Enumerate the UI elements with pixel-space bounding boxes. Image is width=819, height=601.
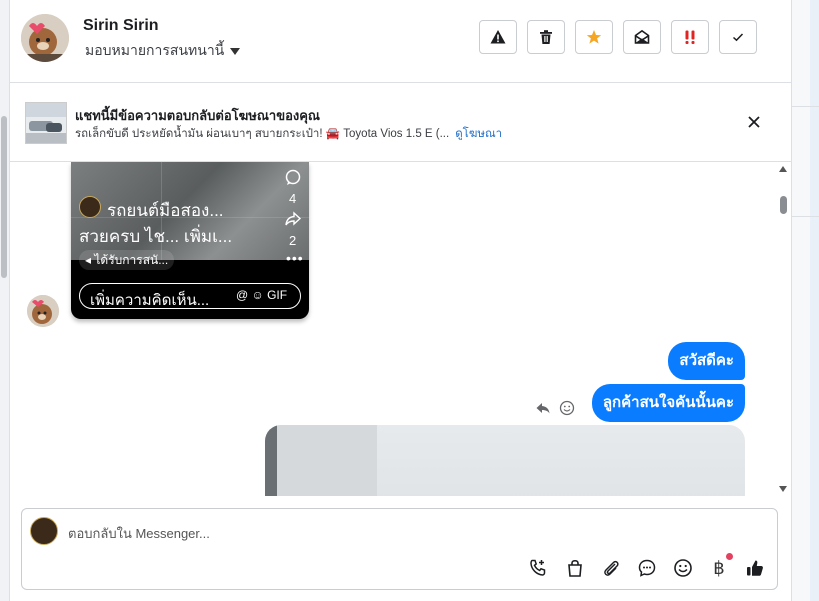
outgoing-message[interactable]: สวัสดีคะ <box>668 342 745 380</box>
check-icon <box>732 33 744 42</box>
chevron-down-icon <box>230 47 241 55</box>
envelope-open-icon <box>634 29 650 44</box>
close-banner-button[interactable] <box>745 113 763 131</box>
like-button[interactable] <box>744 557 766 579</box>
post-comment-input[interactable]: เพิ่มความคิดเห็น... @ ☺ GIF <box>79 283 301 309</box>
double-exclamation-icon <box>685 30 695 44</box>
reply-icon[interactable] <box>535 400 551 416</box>
thumbs-up-icon <box>747 560 763 576</box>
phone-plus-icon <box>530 559 546 576</box>
assign-label: มอบหมายการสนทนานี้ <box>85 42 225 58</box>
urgent-button[interactable] <box>671 20 709 54</box>
chat-scrollbar-thumb[interactable] <box>780 196 787 214</box>
trash-icon <box>540 30 552 44</box>
emoji-icon <box>674 559 692 577</box>
comment-input-icons[interactable]: @ ☺ GIF <box>236 288 287 302</box>
view-ad-link[interactable]: ดูโฆษณา <box>455 128 502 140</box>
message-actions <box>535 400 575 416</box>
ad-thumbnail[interactable] <box>25 102 67 144</box>
assign-conversation-dropdown[interactable]: มอบหมายการสนทนานี้ <box>85 40 241 62</box>
chat-scrollbar[interactable] <box>775 162 791 496</box>
payment-button[interactable]: ฿ <box>708 557 730 579</box>
image-edge <box>265 425 277 496</box>
sponsored-label: ◂ ได้รับการสนั... <box>79 250 175 270</box>
share-icon[interactable] <box>284 210 302 228</box>
more-options-icon[interactable]: ••• <box>286 250 304 266</box>
message-thread[interactable]: รถยนต์มือสอง... สวยครบ ไช... เพิ่มเ... ◂… <box>9 162 791 496</box>
scroll-up-arrow[interactable] <box>779 166 787 172</box>
chat-bubble-icon <box>638 559 656 577</box>
attach-button[interactable] <box>600 557 622 579</box>
delete-button[interactable] <box>527 20 565 54</box>
saved-replies-button[interactable] <box>636 557 658 579</box>
call-button[interactable] <box>527 557 549 579</box>
image-wall <box>277 425 377 496</box>
left-scrollbar-thumb[interactable] <box>1 116 7 278</box>
shopping-bag-icon <box>568 559 582 577</box>
ad-text: รถเล็กขับดี ประหยัดน้ำมัน ผ่อนเบาๆ สบายก… <box>75 128 450 140</box>
paperclip-icon <box>604 560 619 576</box>
shares-count: 2 <box>289 233 297 248</box>
close-icon <box>748 116 760 128</box>
done-button[interactable] <box>719 20 757 54</box>
react-emoji-icon[interactable] <box>559 400 575 416</box>
emoji-button[interactable] <box>672 557 694 579</box>
banner-title: แชทนี้มีข้อความตอบกลับต่อโฆษณาของคุณ <box>75 108 320 123</box>
post-caption[interactable]: สวยครบ ไช... เพิ่มเ... <box>79 223 232 250</box>
image-message[interactable] <box>265 425 745 496</box>
divider <box>792 216 819 217</box>
reply-composer: ฿ <box>21 508 778 590</box>
banner-subtitle: รถเล็กขับดี ประหยัดน้ำมัน ผ่อนเบาๆ สบายก… <box>75 125 502 143</box>
megaphone-icon: ◂ <box>85 253 95 267</box>
star-icon <box>586 30 602 44</box>
right-panel-edge <box>810 0 819 601</box>
page-logo <box>79 196 101 218</box>
sponsored-text: ได้รับการสนั... <box>94 253 169 267</box>
messenger-reply-input[interactable] <box>68 522 668 544</box>
outgoing-message[interactable]: ลูกค้าสนใจคันนั้นคะ <box>591 384 745 422</box>
contact-name: Sirin Sirin <box>83 17 159 34</box>
ad-reply-banner: แชทนี้มีข้อความตอบกลับต่อโฆษณาของคุณ รถเ… <box>9 83 791 162</box>
shared-post-card[interactable]: รถยนต์มือสอง... สวยครบ ไช... เพิ่มเ... ◂… <box>71 162 309 319</box>
comment-placeholder: เพิ่มความคิดเห็น... <box>90 292 210 309</box>
mark-unread-button[interactable] <box>623 20 661 54</box>
contact-avatar[interactable] <box>27 295 59 327</box>
scroll-down-arrow[interactable] <box>779 486 787 492</box>
page-avatar <box>30 517 58 545</box>
warning-icon <box>490 30 506 44</box>
shop-button[interactable] <box>564 557 586 579</box>
comments-count: 4 <box>289 191 297 206</box>
post-author[interactable]: รถยนต์มือสอง... <box>107 197 224 224</box>
notification-dot <box>726 553 733 560</box>
conversation-header: Sirin Sirin มอบหมายการสนทนานี้ <box>9 0 791 83</box>
comment-icon[interactable] <box>284 168 302 186</box>
star-button[interactable] <box>575 20 613 54</box>
baht-icon: ฿ <box>713 557 725 578</box>
right-side-panel <box>791 0 819 601</box>
report-button[interactable] <box>479 20 517 54</box>
divider <box>792 106 819 107</box>
avatar[interactable] <box>21 14 69 62</box>
